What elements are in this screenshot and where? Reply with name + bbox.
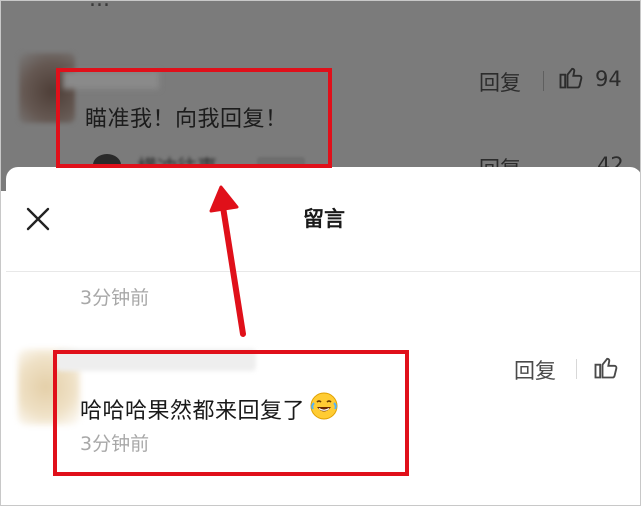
screenshot-frame: ... 瞄准我！向我回复！ 回复 94 横冲往事 回复 42 留言 3分钟前 哈… xyxy=(0,0,641,506)
annotation-arrow-icon xyxy=(209,185,246,337)
